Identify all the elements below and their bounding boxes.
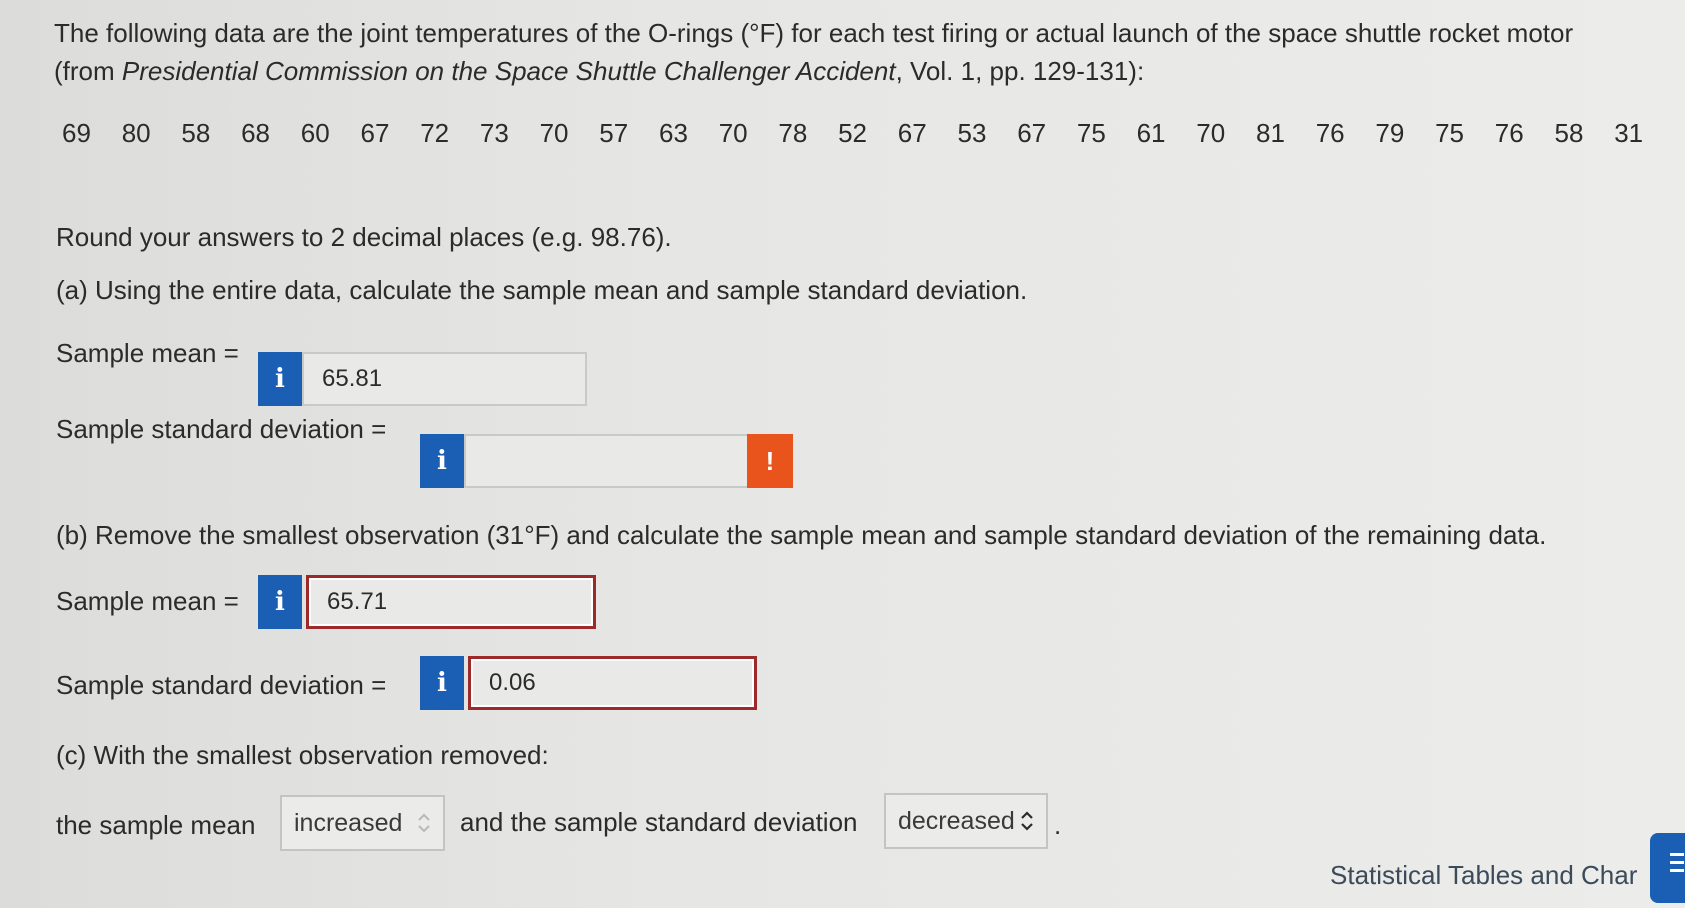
data-value: 80 xyxy=(121,118,151,148)
data-value: 73 xyxy=(479,118,509,148)
data-value: 63 xyxy=(659,118,688,148)
data-value: 78 xyxy=(778,118,808,148)
intro-line-1: The following data are the joint tempera… xyxy=(54,18,1574,48)
menu-lines-icon xyxy=(1670,853,1684,872)
b-mean-input[interactable]: 65.71 xyxy=(306,575,596,629)
a-mean-label: Sample mean = xyxy=(56,338,239,368)
chevron-updown-icon xyxy=(418,813,430,833)
question-intro: The following data are the joint tempera… xyxy=(54,14,1573,90)
data-value: 60 xyxy=(300,118,330,148)
part-a-text: (a) Using the entire data, calculate the… xyxy=(56,275,1028,305)
data-value: 52 xyxy=(838,118,868,148)
info-glyph: i xyxy=(275,364,285,394)
intro-prefix: (from xyxy=(54,56,122,86)
info-icon[interactable]: i xyxy=(258,575,302,629)
sd-change-value: decreased xyxy=(898,806,1015,835)
data-value: 76 xyxy=(1494,118,1524,148)
data-value: 72 xyxy=(420,118,450,148)
data-value: 81 xyxy=(1256,118,1285,148)
data-value: 76 xyxy=(1315,118,1345,148)
data-value: 70 xyxy=(718,118,748,148)
mean-change-select[interactable]: increased xyxy=(280,795,445,851)
data-value: 75 xyxy=(1435,118,1465,148)
data-value: 70 xyxy=(1196,118,1226,148)
data-value: 67 xyxy=(360,118,390,148)
info-glyph: i xyxy=(437,668,447,698)
a-mean-value: 65.81 xyxy=(322,365,383,392)
intro-source: Presidential Commission on the Space Shu… xyxy=(121,56,896,86)
part-b-text: (b) Remove the smallest observation (31°… xyxy=(56,520,1547,550)
data-value: 58 xyxy=(181,118,211,148)
mean-change-value: increased xyxy=(294,808,403,837)
a-mean-input[interactable]: 65.81 xyxy=(302,352,587,406)
info-glyph: i xyxy=(437,446,447,476)
sd-change-select[interactable]: decreased xyxy=(884,793,1048,849)
data-values-row: 69 80 58 68 60 67 72 73 70 57 63 70 78 52 67 53 67 75 61 70… xyxy=(62,118,1662,152)
part-c-text: (c) With the smallest observation remove… xyxy=(56,740,549,770)
info-icon[interactable]: i xyxy=(258,352,302,406)
data-value: 67 xyxy=(897,118,927,148)
data-value: 31 xyxy=(1614,118,1644,148)
chevron-updown-icon xyxy=(1021,811,1033,831)
intro-suffix: , Vol. 1, pp. 129-131): xyxy=(895,56,1145,86)
info-glyph: i xyxy=(275,587,285,617)
data-value: 53 xyxy=(957,118,987,148)
data-value: 57 xyxy=(599,118,629,148)
data-value: 75 xyxy=(1076,118,1106,148)
b-mean-value: 65.71 xyxy=(327,588,388,615)
sd-phrase: and the sample standard deviation xyxy=(460,807,858,837)
b-mean-label: Sample mean = xyxy=(56,586,239,616)
data-value: 61 xyxy=(1136,118,1166,148)
b-sd-value: 0.06 xyxy=(489,669,536,696)
round-instruction: Round your answers to 2 decimal places (… xyxy=(56,222,672,252)
mean-phrase: the sample mean xyxy=(56,810,256,840)
data-value: 67 xyxy=(1017,118,1047,148)
data-value: 69 xyxy=(62,118,91,148)
data-value: 79 xyxy=(1375,118,1405,148)
statistical-tables-link[interactable]: Statistical Tables and Char xyxy=(1330,860,1637,891)
a-sd-label: Sample standard deviation = xyxy=(56,414,387,444)
sentence-period: . xyxy=(1054,810,1062,840)
info-icon[interactable]: i xyxy=(420,656,464,710)
warning-glyph: ! xyxy=(765,445,775,476)
b-sd-input[interactable]: 0.06 xyxy=(468,656,757,710)
data-value: 58 xyxy=(1554,118,1584,148)
intro-line-2: (from Presidential Commission on the Spa… xyxy=(54,52,1573,90)
warning-icon[interactable]: ! xyxy=(747,434,793,488)
info-icon[interactable]: i xyxy=(420,434,464,488)
help-chat-button[interactable] xyxy=(1650,833,1685,903)
b-sd-label: Sample standard deviation = xyxy=(56,670,387,700)
data-value: 70 xyxy=(539,118,569,148)
a-sd-input[interactable] xyxy=(464,434,749,488)
data-value: 68 xyxy=(241,118,271,148)
